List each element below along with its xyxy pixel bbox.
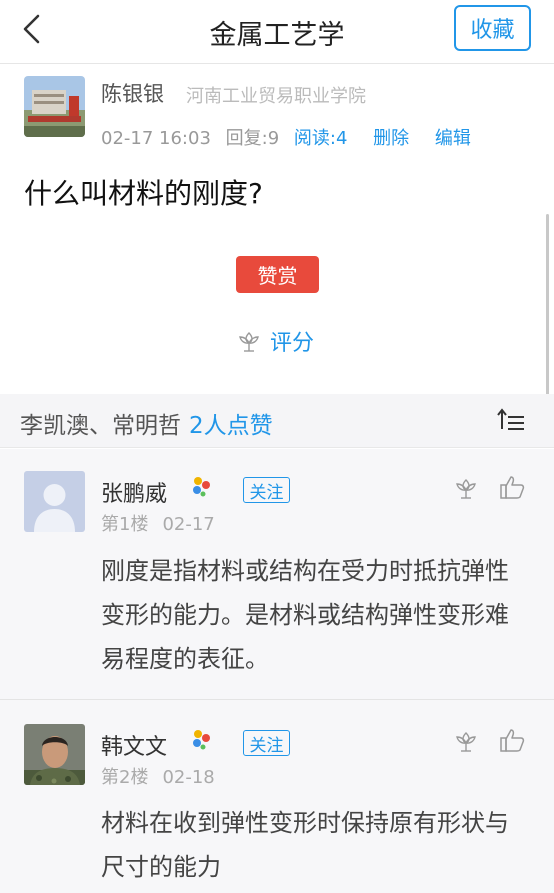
level-badge-icon bbox=[193, 477, 210, 497]
likers-names[interactable]: 李凯澳、常明哲 bbox=[20, 413, 181, 439]
read-count[interactable]: 阅读:4 bbox=[294, 128, 348, 149]
commenter-avatar[interactable] bbox=[24, 724, 85, 785]
comment-meta: 第2楼 02-18 bbox=[101, 763, 229, 789]
thumbs-up-icon[interactable] bbox=[498, 726, 526, 754]
delete-link[interactable]: 删除 bbox=[373, 128, 409, 149]
sort-icon[interactable] bbox=[496, 405, 526, 435]
comment-date: 02-17 bbox=[162, 514, 215, 535]
rate-button[interactable]: 评分 bbox=[236, 325, 314, 357]
author-name[interactable]: 陈银银 bbox=[101, 78, 164, 108]
flower-icon[interactable] bbox=[453, 728, 479, 754]
comment-meta: 第1楼 02-17 bbox=[101, 510, 229, 536]
comment-item: 韩文文 关注 第2楼 02-18 材料在收到弹性变形时保持原有形状与尺寸的能力 bbox=[0, 700, 554, 893]
favorite-button[interactable]: 收藏 bbox=[454, 5, 531, 51]
comment-item: 张鹏威 关注 第1楼 02-17 刚度是指材料或结构在受力时抵抗弹性变形的能力。是… bbox=[0, 449, 554, 699]
top-bar: 金属工艺学 收藏 bbox=[0, 0, 554, 62]
comment-text: 刚度是指材料或结构在受力时抵抗弹性变形的能力。是材料或结构弹性变形难易程度的表征… bbox=[101, 557, 509, 673]
commenter-name[interactable]: 韩文文 bbox=[101, 729, 167, 761]
reward-button[interactable]: 赞赏 bbox=[236, 256, 319, 293]
follow-button[interactable]: 关注 bbox=[243, 477, 290, 503]
edit-link[interactable]: 编辑 bbox=[435, 128, 471, 149]
floor-number: 第2楼 bbox=[101, 767, 149, 788]
reply-count: 回复:9 bbox=[225, 128, 280, 149]
commenter-name[interactable]: 张鹏威 bbox=[101, 476, 167, 508]
comment-date: 02-18 bbox=[162, 767, 215, 788]
like-count[interactable]: 2人点赞 bbox=[189, 413, 273, 439]
commenter-avatar[interactable] bbox=[24, 471, 85, 532]
author-avatar[interactable] bbox=[24, 76, 85, 137]
post-meta: 02-17 16:03 回复:9 阅读:4 删除 编辑 bbox=[101, 124, 480, 150]
author-school: 河南工业贸易职业学院 bbox=[186, 86, 366, 107]
post-datetime: 02-17 16:03 bbox=[101, 128, 211, 149]
level-badge-icon bbox=[193, 730, 210, 750]
flower-icon[interactable] bbox=[453, 475, 479, 501]
header-divider bbox=[0, 63, 554, 64]
flower-icon bbox=[239, 332, 259, 352]
thumbs-up-icon[interactable] bbox=[498, 473, 526, 501]
question-text: 什么叫材料的刚度? bbox=[24, 177, 263, 210]
likes-bar: 李凯澳、常明哲 2人点赞 bbox=[0, 394, 554, 448]
floor-number: 第1楼 bbox=[101, 514, 149, 535]
rate-label: 评分 bbox=[270, 331, 315, 356]
comment-text: 材料在收到弹性变形时保持原有形状与尺寸的能力 bbox=[101, 809, 509, 881]
follow-button[interactable]: 关注 bbox=[243, 730, 290, 756]
